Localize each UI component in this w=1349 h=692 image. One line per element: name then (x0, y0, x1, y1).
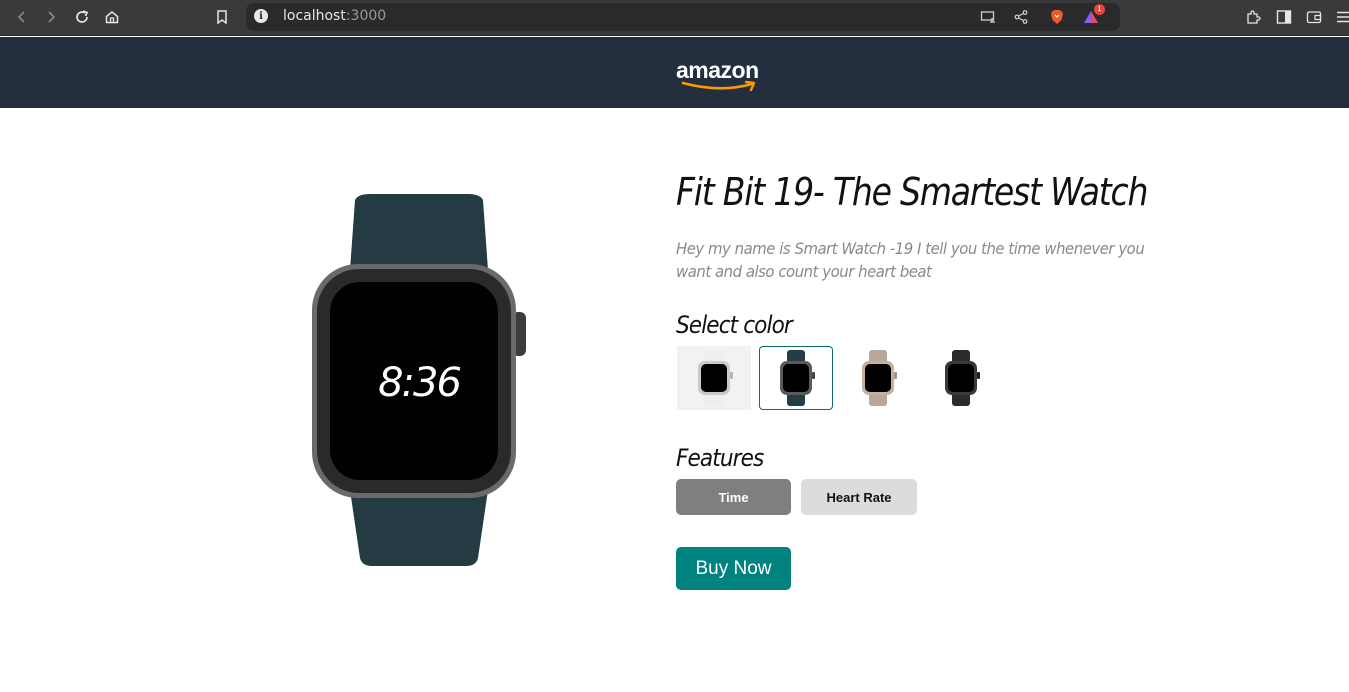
url-text[interactable]: localhost:3000 (283, 8, 386, 24)
color-option-white[interactable] (677, 346, 751, 410)
amazon-logo[interactable]: amazon (676, 57, 766, 93)
back-icon[interactable] (11, 6, 33, 28)
watch-time-text: 8:36 (378, 360, 460, 406)
share-icon[interactable] (1012, 8, 1030, 26)
feature-time-button[interactable]: Time (676, 479, 791, 515)
bookmark-icon[interactable] (211, 6, 233, 28)
sidebar-icon[interactable] (1275, 8, 1293, 26)
feature-heart-rate-button[interactable]: Heart Rate (801, 479, 917, 515)
product-description: Hey my name is Smart Watch -19 I tell yo… (676, 239, 1145, 281)
select-color-heading: Select color (676, 311, 793, 339)
site-info-icon[interactable]: i (254, 9, 268, 23)
home-icon[interactable] (101, 6, 123, 28)
buy-now-button[interactable]: Buy Now (676, 547, 791, 590)
menu-icon[interactable] (1334, 8, 1349, 26)
notification-badge: 1 (1094, 4, 1105, 15)
forward-icon[interactable] (40, 6, 62, 28)
browser-toolbar: i localhost:3000 1 (0, 0, 1349, 36)
color-option-black[interactable] (924, 346, 998, 410)
product-title: Fit Bit 19- The Smartest Watch (676, 170, 1148, 214)
features-heading: Features (676, 444, 764, 472)
cast-icon[interactable] (979, 8, 997, 26)
color-option-navy[interactable] (759, 346, 833, 410)
product-image: 8:36 (300, 190, 540, 575)
reload-icon[interactable] (71, 6, 93, 28)
extensions-icon[interactable] (1244, 8, 1262, 26)
site-header: amazon (0, 37, 1349, 108)
color-option-gold[interactable] (841, 346, 915, 410)
wallet-icon[interactable] (1305, 8, 1323, 26)
brave-shield-icon[interactable] (1048, 8, 1066, 26)
